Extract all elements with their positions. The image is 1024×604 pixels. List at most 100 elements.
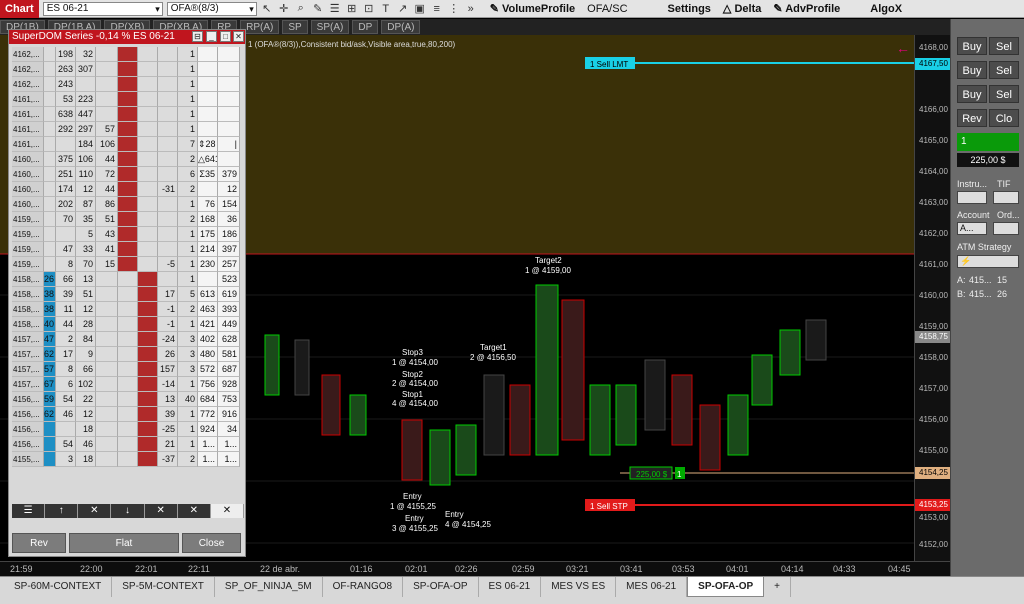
instrument-select[interactable]: ES 06-21 (42, 1, 163, 16)
tab-of-rango8[interactable]: OF-RANGO8 (323, 577, 404, 597)
dom-cell[interactable] (118, 227, 138, 242)
dom-row[interactable]: 4161,... 292 297 57 1 (12, 122, 244, 137)
dom-cell[interactable] (118, 182, 138, 197)
dom-cell[interactable] (44, 227, 56, 242)
dom-row[interactable]: 4157,... 62 17 9 26 3 480 581 (12, 347, 244, 362)
dom-row[interactable]: 4155,... 3 18 -37 2 1... 1... (12, 452, 244, 467)
zoom-icon[interactable]: ⌕ (294, 2, 308, 15)
tif-select[interactable] (993, 191, 1019, 204)
chart-type-icon[interactable]: ⊡ (362, 2, 376, 15)
dom-cell[interactable] (118, 242, 138, 257)
dom-cell[interactable] (44, 197, 56, 212)
dom-icon[interactable]: ≡ (430, 3, 444, 15)
settings-button[interactable]: Settings (668, 3, 711, 15)
crosshair-icon[interactable]: ✛ (277, 2, 291, 15)
dom-cell[interactable] (118, 302, 138, 317)
account-select[interactable]: A... (957, 222, 987, 235)
ofa-sc-button[interactable]: OFA/SC (587, 3, 627, 15)
cancel-icon[interactable]: ✕ (210, 504, 244, 518)
dom-cell[interactable] (118, 62, 138, 77)
tab-sp-60m-context[interactable]: SP-60M-CONTEXT (4, 577, 113, 597)
arrow-left-icon[interactable]: ← (896, 40, 910, 56)
close-icon[interactable]: ✕ (233, 31, 244, 42)
order-qty-select[interactable] (993, 222, 1019, 235)
dom-cell[interactable]: 26 (44, 272, 56, 287)
dom-cell[interactable] (118, 452, 138, 467)
ladder-icon[interactable]: ⋮ (447, 2, 461, 15)
sell-button[interactable]: Sel (989, 85, 1019, 103)
dom-cell[interactable] (118, 407, 138, 422)
dom-cell[interactable] (44, 212, 56, 227)
dom-cell[interactable] (118, 47, 138, 62)
dom-cell[interactable] (118, 167, 138, 182)
close-button[interactable]: Close (182, 533, 241, 553)
dom-row[interactable]: 4160,... 251 110 72 6 Σ35 379 (12, 167, 244, 182)
dom-cell[interactable] (44, 452, 56, 467)
dom-row[interactable]: 4156,... 54 46 21 1 1... 1... (12, 437, 244, 452)
settings-icon[interactable]: ☰ (12, 504, 46, 518)
dom-cell[interactable] (44, 122, 56, 137)
dom-cell[interactable]: 62 (44, 347, 56, 362)
cancel-bids-icon[interactable]: ✕ (78, 504, 112, 518)
lock-icon[interactable]: ⊞ (345, 2, 359, 15)
instrument-select[interactable] (957, 191, 987, 204)
dom-cell[interactable] (118, 287, 138, 302)
draw-tool-icon[interactable]: ↗ (396, 2, 410, 15)
image-icon[interactable]: ▣ (413, 2, 427, 15)
bid-arrow-icon[interactable]: ↑ (45, 504, 79, 518)
dom-cell[interactable] (118, 107, 138, 122)
minimize-icon[interactable]: _ (206, 31, 217, 42)
dom-cell[interactable] (118, 92, 138, 107)
cursor-icon[interactable]: ↖ (260, 2, 274, 15)
dom-cell[interactable] (44, 167, 56, 182)
dom-row[interactable]: 4156,... 18 -25 1 924 34 (12, 422, 244, 437)
dom-row[interactable]: 4161,... 184 106 7 ⇕28 | (12, 137, 244, 152)
tab-sp-5m-context[interactable]: SP-5M-CONTEXT (112, 577, 215, 597)
dom-cell[interactable] (118, 137, 138, 152)
dom-row[interactable]: 4162,... 263 307 1 (12, 62, 244, 77)
sell-button[interactable]: Sel (989, 37, 1019, 55)
algox-button[interactable]: AlgoX (870, 3, 902, 15)
dom-cell[interactable] (44, 92, 56, 107)
dom-row[interactable]: 4157,... 47 2 84 -24 3 402 628 (12, 332, 244, 347)
dom-row[interactable]: 4160,... 375 106 44 2 △641 (12, 152, 244, 167)
dom-cell[interactable] (44, 47, 56, 62)
dom-row[interactable]: 4161,... 53 223 1 (12, 92, 244, 107)
dom-row[interactable]: 4159,... 70 35 51 2 168 36 (12, 212, 244, 227)
tab-sp-of-ninja[interactable]: SP_OF_NINJA_5M (215, 577, 323, 597)
dom-cell[interactable] (44, 137, 56, 152)
buy-button[interactable]: Buy (957, 85, 987, 103)
dom-row[interactable]: 4158,... 38 11 12 -1 2 463 393 (12, 302, 244, 317)
dom-cell[interactable] (118, 332, 138, 347)
dom-cell[interactable] (44, 152, 56, 167)
cancel-all-icon[interactable]: ✕ (177, 504, 211, 518)
dom-cell[interactable] (44, 77, 56, 92)
atm-strategy-select[interactable]: ⚡ (957, 255, 1019, 268)
tab-mes-06-21[interactable]: MES 06-21 (616, 577, 688, 597)
dom-cell[interactable] (118, 212, 138, 227)
pencil-icon[interactable]: ✎ (311, 2, 325, 15)
dom-row[interactable]: 4157,... 67 6 102 -14 1 756 928 (12, 377, 244, 392)
cancel-asks-icon[interactable]: ✕ (144, 504, 178, 518)
dom-cell[interactable] (118, 152, 138, 167)
volume-profile-button[interactable]: ✎ VolumeProfile (490, 2, 575, 15)
tab-dp[interactable]: DP (352, 20, 379, 34)
dom-row[interactable]: 4162,... 243 1 (12, 77, 244, 92)
text-icon[interactable]: T (379, 3, 393, 15)
superdom-window[interactable]: SuperDOM Series -0,14 % ES 06-21 ⊟ _ □ ✕… (8, 29, 246, 557)
dom-cell[interactable]: 38 (44, 287, 56, 302)
chart-tab[interactable]: Chart (0, 0, 39, 18)
dom-row[interactable]: 4159,... 5 43 1 175 186 (12, 227, 244, 242)
dom-row[interactable]: 4160,... 202 87 86 1 76 154 (12, 197, 244, 212)
adv-profile-button[interactable]: ✎ AdvProfile (773, 2, 840, 15)
dom-cell[interactable] (118, 377, 138, 392)
dom-cell[interactable] (118, 437, 138, 452)
dom-row[interactable]: 4160,... 174 12 44 -31 2 12 (12, 182, 244, 197)
delta-button[interactable]: △ Delta (723, 2, 761, 15)
tab-sp-ofa-op-active[interactable]: SP-OFA-OP (687, 577, 765, 597)
dom-row[interactable]: 4156,... 62 46 12 39 1 772 916 (12, 407, 244, 422)
rev-button[interactable]: Rev (957, 109, 987, 127)
rev-button[interactable]: Rev (12, 533, 66, 553)
dom-cell[interactable]: 67 (44, 377, 56, 392)
pin-icon[interactable]: ⊟ (192, 31, 203, 42)
